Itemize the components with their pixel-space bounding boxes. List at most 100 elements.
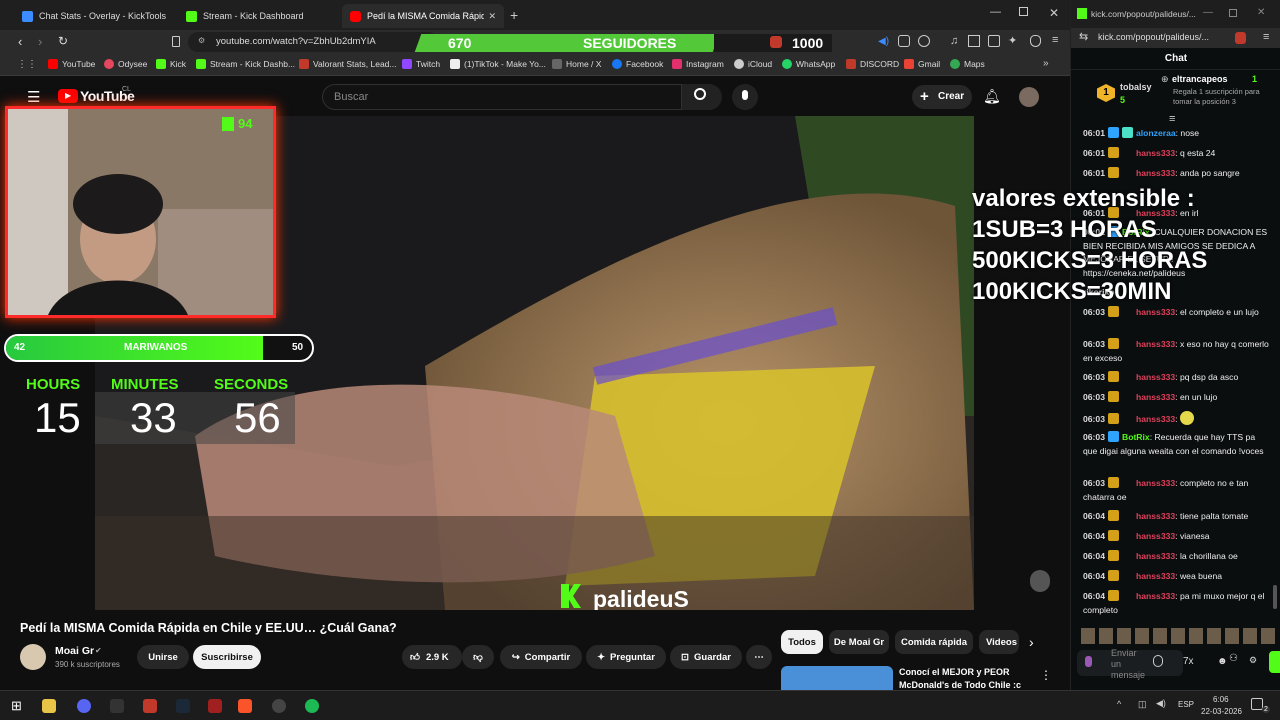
brave-shield-icon[interactable] <box>1235 32 1246 44</box>
apps-icon[interactable]: ⋮⋮ <box>17 59 37 70</box>
menu-icon[interactable]: ≡ <box>1052 34 1058 46</box>
collapse-icon[interactable]: ≡ <box>1169 113 1175 125</box>
join-button[interactable]: Unirse <box>137 645 189 669</box>
recommended-title-line1[interactable]: Conocí el MEJOR y PEOR <box>899 667 1010 677</box>
translate-icon[interactable]: 7x <box>1183 656 1194 667</box>
channel-name[interactable]: Moai Gr <box>55 645 94 657</box>
vpn-icon[interactable] <box>1030 35 1041 47</box>
search-input[interactable]: Buscar <box>322 84 682 110</box>
wallet-icon-2[interactable] <box>988 35 1000 47</box>
close-icon[interactable]: ✕ <box>1257 7 1265 18</box>
sidebar-icon[interactable] <box>968 35 980 47</box>
more-bookmarks-icon[interactable]: » <box>1043 58 1049 69</box>
hamburger-icon[interactable]: ☰ <box>27 88 40 106</box>
search-button[interactable] <box>682 84 722 110</box>
maximize-icon[interactable] <box>1229 9 1237 17</box>
reload-icon[interactable]: ↻ <box>58 34 68 48</box>
tray-chevron-icon[interactable]: ^ <box>1117 699 1121 709</box>
game-icon[interactable] <box>208 699 222 713</box>
more-actions-button[interactable]: ⋯ <box>746 645 772 669</box>
bookmark-valorant[interactable]: Valorant Stats, Lead... <box>299 59 396 69</box>
send-button[interactable] <box>1269 651 1280 673</box>
youtube-logo-icon[interactable]: ▶ <box>58 89 78 103</box>
back-icon[interactable]: ‹ <box>18 34 22 49</box>
ask-button[interactable]: ✦ Preguntar <box>586 645 666 669</box>
chip-videos[interactable]: Videos <box>979 630 1019 654</box>
dislike-button[interactable]: 👎︎ <box>462 645 494 669</box>
tab-youtube-video[interactable]: Pedí la MISMA Comida Rápid ✕ <box>342 4 504 28</box>
extension-icon[interactable] <box>898 35 910 47</box>
channel-avatar[interactable] <box>20 644 46 670</box>
kebab-menu-icon[interactable]: ⋮ <box>1040 668 1052 682</box>
bookmark-maps[interactable]: Maps <box>950 59 985 69</box>
menu-icon[interactable]: ≡ <box>1263 31 1269 43</box>
site-info-icon[interactable]: ⚙ <box>198 36 205 45</box>
notifications-bell-icon[interactable]: 🔔︎ <box>983 88 1001 105</box>
emoji-icon[interactable] <box>1153 655 1163 667</box>
ai-icon[interactable]: ✦ <box>1008 34 1017 47</box>
bookmark-tiktok[interactable]: (1)TikTok - Make Yo... <box>450 59 546 69</box>
audio-icon[interactable]: ◀) <box>878 36 889 47</box>
minimize-icon[interactable]: — <box>1203 7 1213 18</box>
bookmark-gmail[interactable]: Gmail <box>904 59 940 69</box>
bookmark-youtube[interactable]: YouTube <box>48 59 95 69</box>
settings-icon[interactable]: ⚙ <box>1249 655 1257 666</box>
bookmark-stream[interactable]: Stream - Kick Dashb... <box>196 59 295 69</box>
tab-chat-stats[interactable]: Chat Stats - Overlay - KickTools <box>14 4 174 28</box>
users-icon[interactable]: ⚇ <box>1229 653 1238 664</box>
site-settings-icon[interactable]: ⇆ <box>1079 30 1088 43</box>
new-tab-icon[interactable]: + <box>510 7 518 23</box>
account-avatar[interactable] <box>1019 87 1039 107</box>
wallet-icon[interactable] <box>918 35 930 47</box>
minimize-icon[interactable]: — <box>990 6 1001 18</box>
bookmark-odysee[interactable]: Odysee <box>104 59 147 69</box>
bookmark-instagram[interactable]: Instagram <box>672 59 724 69</box>
chip-from-channel[interactable]: De Moai Gr <box>829 630 889 654</box>
windows-start-icon[interactable]: ⊞ <box>11 698 22 714</box>
emote-picker-row[interactable] <box>1081 628 1275 644</box>
clock-time[interactable]: 6:06 <box>1213 695 1229 704</box>
bookmark-x[interactable]: Home / X <box>552 59 601 69</box>
close-tab-icon[interactable]: ✕ <box>488 11 496 22</box>
url-field[interactable]: ⚙ youtube.com/watch?v=ZbhUb2dmYIA <box>188 32 438 52</box>
recommended-title-line2[interactable]: McDonald's de Todo Chile :c <box>899 680 1021 690</box>
close-window-icon[interactable]: ✕ <box>1049 6 1059 20</box>
tab-kick-dashboard[interactable]: Stream - Kick Dashboard <box>178 4 338 28</box>
bookmark-twitch[interactable]: Twitch <box>402 59 440 69</box>
maximize-icon[interactable] <box>1019 7 1028 16</box>
obs-icon[interactable] <box>272 699 286 713</box>
gifter-name[interactable]: eltrancapeos <box>1172 74 1228 84</box>
brave-icon[interactable] <box>238 699 252 713</box>
volume-icon[interactable]: ◀) <box>1156 698 1166 709</box>
app-icon[interactable] <box>143 699 157 713</box>
save-button[interactable]: ⊡ Guardar <box>670 645 742 669</box>
bookmark-whatsapp[interactable]: WhatsApp <box>782 59 835 69</box>
leaderboard-user[interactable]: tobalsy <box>1120 82 1152 92</box>
chat-address[interactable]: kick.com/popout/palideus/... <box>1098 32 1209 42</box>
voice-search-button[interactable] <box>732 84 758 110</box>
network-icon[interactable]: ◫ <box>1138 699 1147 710</box>
recommended-thumbnail[interactable] <box>781 666 893 690</box>
chip-fast-food[interactable]: Comida rápida <box>895 630 973 654</box>
epic-games-icon[interactable] <box>110 699 124 713</box>
bookmark-facebook[interactable]: Facebook <box>612 59 663 69</box>
music-icon[interactable]: ♫ <box>950 35 958 47</box>
brave-shield-icon[interactable] <box>770 36 782 48</box>
discord-icon[interactable] <box>77 699 91 713</box>
clock-date[interactable]: 22-03-2026 <box>1201 707 1242 716</box>
chat-scrollbar[interactable] <box>1273 585 1277 609</box>
bookmark-kick[interactable]: Kick <box>156 59 186 69</box>
emote-menu-icon[interactable]: ☻ <box>1217 656 1228 667</box>
language-indicator[interactable]: ESP <box>1178 700 1194 709</box>
like-button[interactable]: 👍︎ 2.9 K <box>402 645 462 669</box>
bookmark-icloud[interactable]: iCloud <box>734 59 772 69</box>
bookmark-icon[interactable] <box>172 36 180 47</box>
spotify-icon[interactable] <box>305 699 319 713</box>
create-button[interactable]: + Crear <box>912 85 972 109</box>
bookmark-discord[interactable]: DISCORD <box>846 59 899 69</box>
chat-message-input[interactable]: Enviar un mensaje <box>1077 648 1183 680</box>
steam-icon[interactable] <box>176 699 190 713</box>
forward-icon[interactable]: › <box>38 34 42 49</box>
file-explorer-icon[interactable] <box>42 699 56 713</box>
chip-all[interactable]: Todos <box>781 630 823 654</box>
